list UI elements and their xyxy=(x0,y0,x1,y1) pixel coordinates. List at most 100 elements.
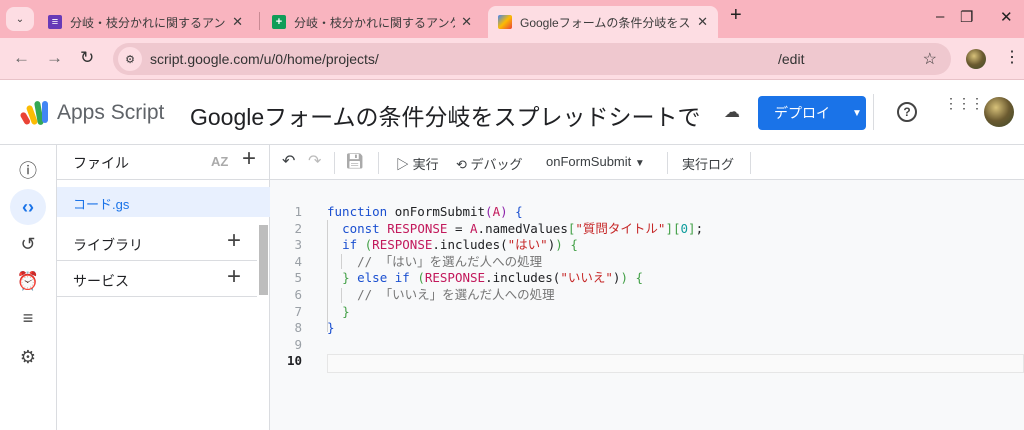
line-number: 3 xyxy=(294,237,302,253)
app-header: Apps Script Googleフォームの条件分岐をスプレッドシートで ☁ … xyxy=(0,80,1024,145)
line-code: const RESPONSE = A.namedValues["質問タイトル"]… xyxy=(327,220,703,237)
code-token: } xyxy=(327,320,335,336)
close-icon[interactable]: ✕ xyxy=(697,14,708,30)
section-label: サービス xyxy=(73,273,129,289)
editor-icon[interactable]: ‹› xyxy=(10,189,46,225)
code-token: RESPONSE xyxy=(387,220,448,236)
apps-script-icon xyxy=(498,15,512,29)
reload-button[interactable]: ↻ xyxy=(80,48,94,68)
code-token: .includes( xyxy=(432,237,508,253)
url-text: script.google.com/u/0/home/projects/ xyxy=(150,51,379,67)
line-code: // 「はい」を選んだ人への処理 xyxy=(327,253,542,270)
code-editor[interactable]: 1 function onFormSubmit(A) {2 const RESPO… xyxy=(270,180,1024,430)
line-number: 1 xyxy=(294,204,302,219)
code-token: 0 xyxy=(680,220,689,236)
line-code: } xyxy=(327,319,335,336)
services-section: サービス + xyxy=(57,261,257,297)
line-code: if (RESPONSE.includes("はい")) { xyxy=(327,236,578,253)
caret-down-icon: ▼ xyxy=(634,158,645,169)
file-item[interactable]: コード.gs xyxy=(57,187,270,217)
code-token: A xyxy=(492,204,501,219)
libraries-section: ライブラリ + xyxy=(57,225,257,261)
star-icon[interactable]: ☆ xyxy=(923,49,937,69)
debug-label: デバッグ xyxy=(470,157,523,172)
apps-script-logo xyxy=(20,101,48,125)
execution-log-button[interactable]: 実行ログ xyxy=(682,154,734,173)
code-token: ] xyxy=(688,220,696,236)
code-token: RESPONSE xyxy=(372,237,433,253)
code-token: onFormSubmit xyxy=(394,204,486,219)
close-window-button[interactable]: ✕ xyxy=(1000,8,1013,26)
deploy-button[interactable]: デプロイ ▼ xyxy=(758,96,866,130)
cloud-sync-icon: ☁ xyxy=(724,104,740,121)
caret-down-icon: ▼ xyxy=(852,107,862,119)
line-code: // 「いいえ」を選んだ人への処理 xyxy=(327,286,555,303)
section-label: ライブラリ xyxy=(73,237,143,253)
tab-search-button[interactable]: ⌄ xyxy=(6,7,34,31)
run-label: 実行 xyxy=(412,157,439,172)
files-scrollbar[interactable] xyxy=(259,225,268,295)
undo-icon[interactable]: ↶ xyxy=(282,151,295,171)
function-select[interactable]: onFormSubmit ▼ xyxy=(546,154,645,169)
history-icon[interactable]: ↺ xyxy=(10,226,46,262)
add-library-button[interactable]: + xyxy=(227,227,241,255)
url-input[interactable]: ⚙ script.google.com/u/0/home/projects/ /… xyxy=(113,43,951,75)
line-number: 9 xyxy=(294,336,302,352)
run-button[interactable]: ▷ 実行 xyxy=(396,154,439,173)
triggers-alarm-icon[interactable]: ⏰ xyxy=(10,263,46,299)
site-info-icon[interactable]: ⚙ xyxy=(118,47,142,71)
files-panel: ファイル AZ + コード.gs ライブラリ + サービス + xyxy=(57,145,270,430)
new-tab-button[interactable]: + xyxy=(730,4,742,27)
settings-gear-icon[interactable]: ⚙ xyxy=(10,339,46,375)
code-token: else if xyxy=(349,270,418,286)
apps-grid-icon[interactable]: ⋮⋮⋮ xyxy=(944,96,984,110)
line-number: 2 xyxy=(294,220,302,236)
profile-avatar[interactable] xyxy=(966,49,986,69)
restore-button[interactable]: ❐ xyxy=(960,8,973,26)
close-icon[interactable]: ✕ xyxy=(461,14,472,30)
add-file-button[interactable]: + xyxy=(242,145,256,173)
redo-icon[interactable]: ↷ xyxy=(308,151,321,171)
add-service-button[interactable]: + xyxy=(227,263,241,291)
tab-title: 分岐・枝分かれに関するアンケート - xyxy=(70,15,226,30)
deploy-label: デプロイ xyxy=(774,105,830,121)
code-token: .includes( xyxy=(485,270,561,286)
file-name: コード.gs xyxy=(73,197,130,212)
code-token: "はい" xyxy=(507,237,548,253)
back-button[interactable]: ← xyxy=(13,48,30,68)
tab-title: Googleフォームの条件分岐をスプレ xyxy=(520,15,691,30)
code-token: // 「いいえ」を選んだ人への処理 xyxy=(327,287,555,302)
account-avatar[interactable] xyxy=(984,97,1014,127)
code-token: ) xyxy=(500,204,508,219)
tab-forms[interactable]: ≡ 分岐・枝分かれに関するアンケート - ✕ xyxy=(38,6,253,38)
project-title[interactable]: Googleフォームの条件分岐をスプレッドシートで xyxy=(190,98,700,132)
debug-button[interactable]: ⟲ デバッグ xyxy=(456,154,523,173)
line-number: 5 xyxy=(294,270,302,286)
execution-log-label: 実行ログ xyxy=(682,157,735,172)
left-nav-rail: ⓘ ‹› ↺ ⏰ ≡ ⚙ xyxy=(0,145,57,430)
function-name: onFormSubmit xyxy=(546,154,632,169)
line-number: 6 xyxy=(294,287,302,302)
code-token: ][ xyxy=(665,220,681,236)
code-token: { xyxy=(570,237,578,253)
code-token: function xyxy=(327,204,395,219)
overview-icon[interactable]: ⓘ xyxy=(10,152,46,188)
line-code: } else if (RESPONSE.includes("いいえ")) { xyxy=(327,269,643,286)
help-icon[interactable]: ? xyxy=(897,102,917,122)
close-icon[interactable]: ✕ xyxy=(232,14,243,30)
save-icon[interactable]: 💾︎ xyxy=(345,152,364,170)
tab-sheets[interactable]: + 分岐・枝分かれに関するアンケート ✕ xyxy=(262,6,482,38)
minimize-button[interactable]: – xyxy=(936,8,944,25)
sort-az-icon[interactable]: AZ xyxy=(211,154,228,169)
executions-icon[interactable]: ≡ xyxy=(10,300,46,336)
forward-button[interactable]: → xyxy=(46,48,63,68)
menu-icon[interactable]: ⋮ xyxy=(1004,47,1020,67)
line-number: 4 xyxy=(294,253,302,269)
tab-apps-script[interactable]: Googleフォームの条件分岐をスプレ ✕ xyxy=(488,6,718,38)
chevron-down-icon: ⌄ xyxy=(15,13,25,25)
browser-tab-bar: ⌄ ≡ 分岐・枝分かれに関するアンケート - ✕ + 分岐・枝分かれに関するアン… xyxy=(0,0,1024,38)
